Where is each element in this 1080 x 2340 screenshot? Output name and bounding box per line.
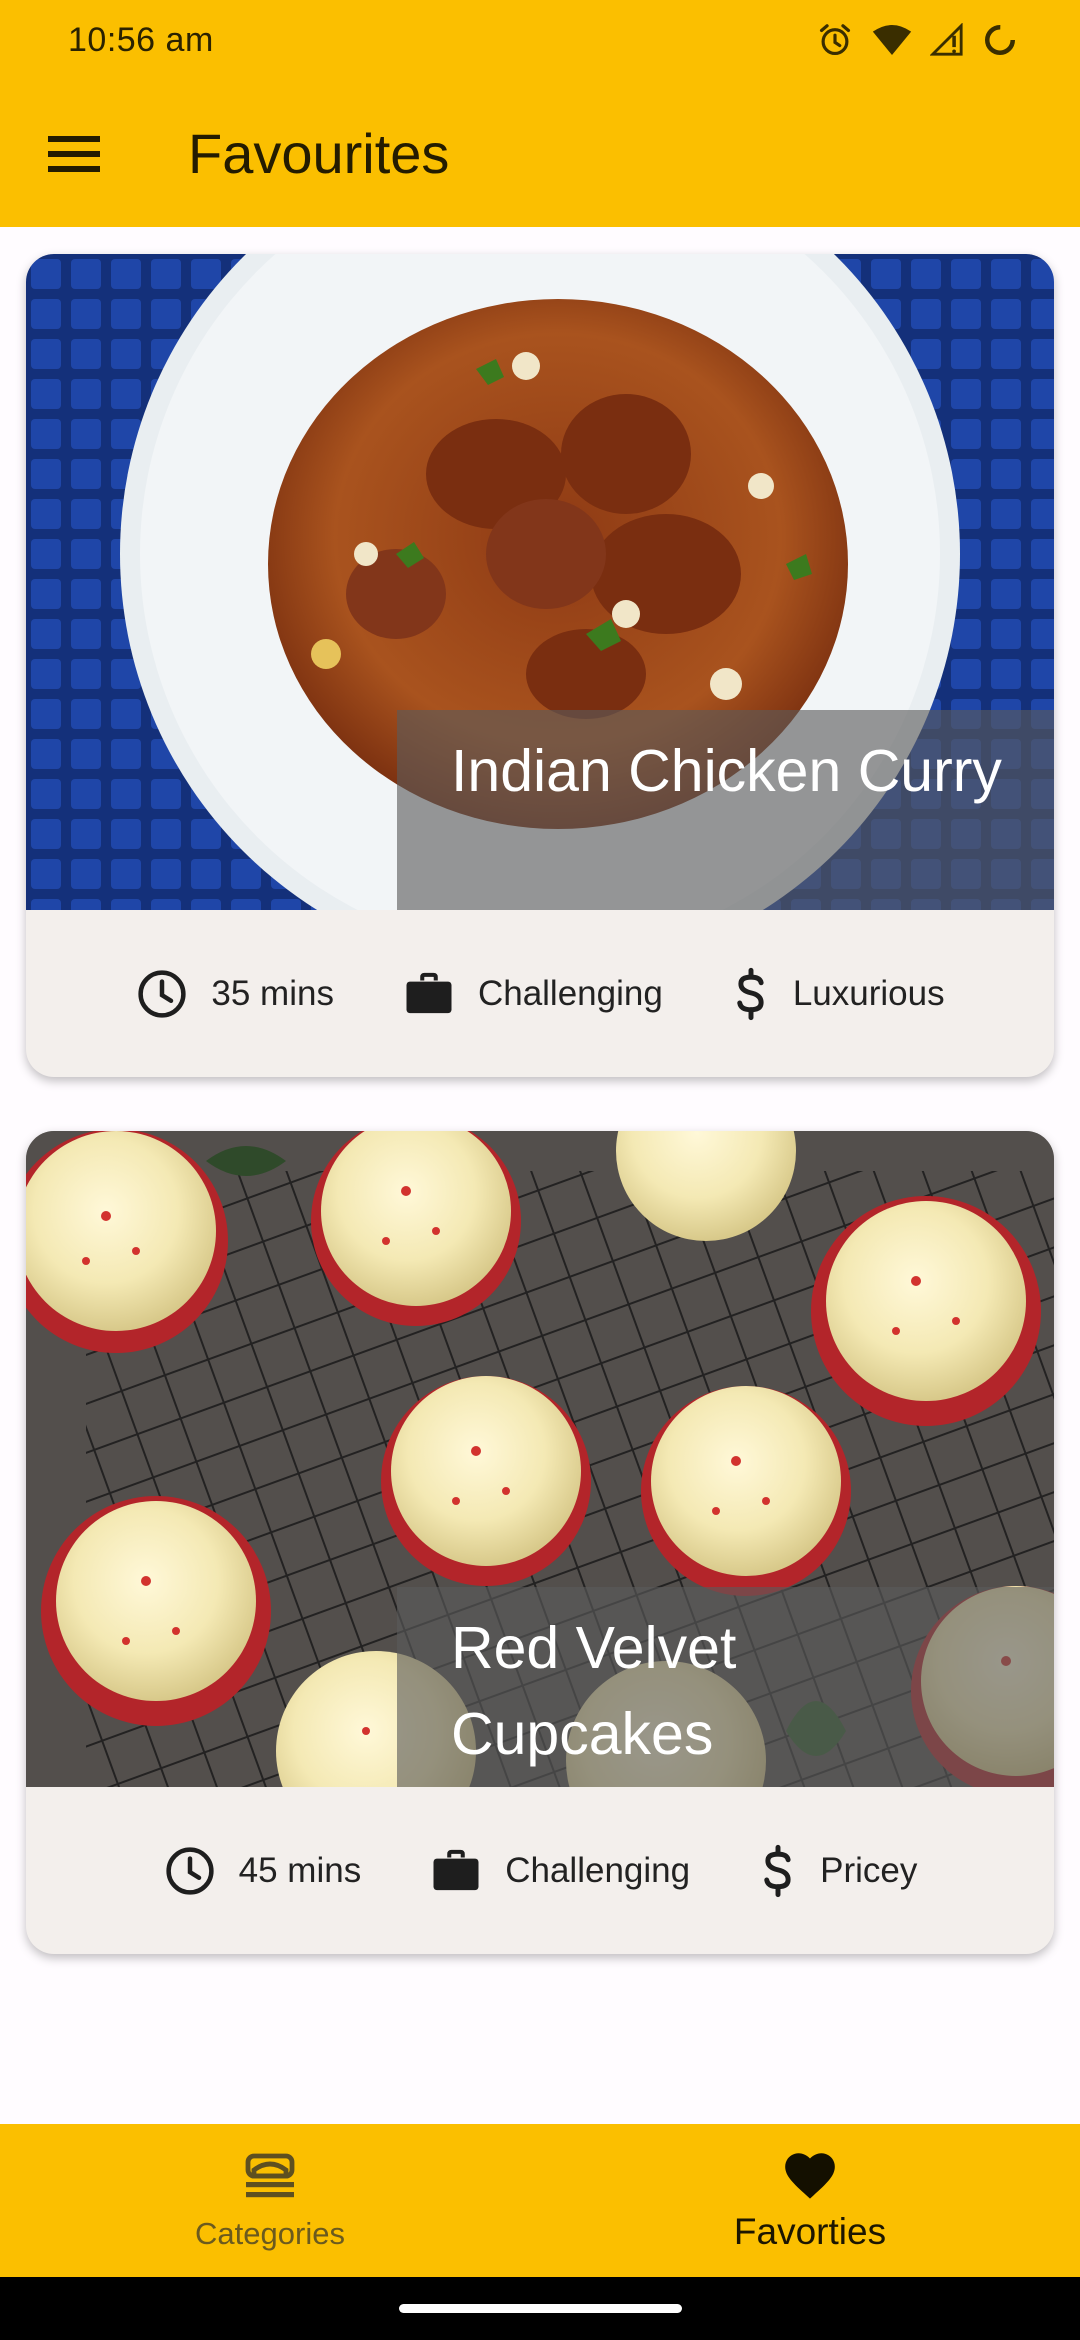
- meal-affordability: Pricey: [758, 1844, 917, 1898]
- menu-icon: [48, 135, 100, 172]
- bottom-navigation: Categories Favorties: [0, 2124, 1080, 2277]
- nav-label-categories: Categories: [195, 2215, 345, 2251]
- app-bar: Favourites: [0, 80, 1080, 227]
- system-navigation-bar: [0, 2277, 1080, 2340]
- meal-title: Red Velvet Cupcakes: [451, 1615, 737, 1767]
- meal-image-red-velvet-cupcakes: Red Velvet Cupcakes: [26, 1131, 1054, 1787]
- status-bar: 10:56 am: [0, 0, 1080, 80]
- work-icon: [433, 1849, 479, 1890]
- battery-icon: [985, 25, 1015, 55]
- dollar-icon: [764, 1844, 791, 1897]
- favourites-list: Indian Chicken Curry 35 mins Challenging: [0, 227, 1080, 2124]
- status-time: 10:56 am: [68, 20, 214, 59]
- meal-title: Indian Chicken Curry: [451, 738, 1002, 804]
- meal-meta-row: 45 mins Challenging Pricey: [26, 1787, 1054, 1954]
- meal-title-overlay: Red Velvet Cupcakes: [397, 1587, 1054, 1787]
- dollar-icon: [737, 967, 764, 1020]
- nav-label-favorites: Favorties: [733, 2210, 887, 2252]
- meal-card[interactable]: Red Velvet Cupcakes 45 mins Challenging: [26, 1131, 1054, 1954]
- page-title: Favourites: [188, 122, 450, 185]
- meal-title-overlay: Indian Chicken Curry: [397, 710, 1054, 910]
- meal-meta-row: 35 mins Challenging Luxurious: [26, 910, 1054, 1077]
- status-icons: [816, 21, 1018, 59]
- clock-icon: [166, 1846, 214, 1895]
- meal-card[interactable]: Indian Chicken Curry 35 mins Challenging: [26, 254, 1054, 1077]
- alarm-icon: [819, 24, 851, 56]
- categories-icon: [245, 2153, 295, 2197]
- nav-item-favorites[interactable]: Favorties: [540, 2124, 1080, 2277]
- nav-item-categories[interactable]: Categories: [0, 2124, 540, 2277]
- home-gesture-handle[interactable]: [399, 2304, 682, 2313]
- wifi-icon: [872, 25, 912, 55]
- meal-complexity: Challenging: [402, 967, 663, 1021]
- meal-duration: 35 mins: [135, 967, 334, 1021]
- heart-icon: [785, 2152, 835, 2199]
- clock-icon: [138, 969, 187, 1018]
- menu-button[interactable]: [22, 102, 126, 206]
- meal-duration: 45 mins: [163, 1844, 361, 1898]
- meal-affordability: Luxurious: [731, 967, 945, 1021]
- meal-complexity: Challenging: [429, 1844, 690, 1898]
- work-icon: [406, 972, 452, 1013]
- meal-image-chicken-curry: Indian Chicken Curry: [26, 254, 1054, 910]
- signal-icon: [930, 23, 963, 56]
